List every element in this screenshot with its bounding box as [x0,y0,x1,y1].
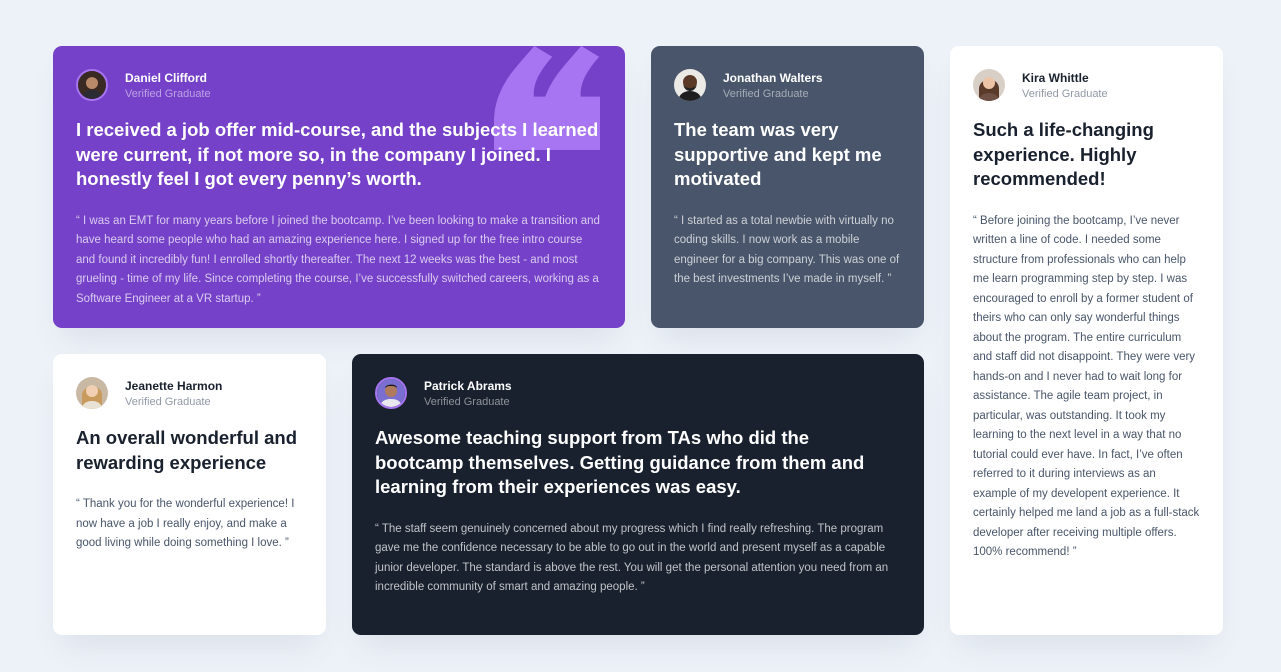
author-header: Patrick Abrams Verified Graduate [375,377,901,409]
author-role: Verified Graduate [125,395,211,408]
testimonial-headline: An overall wonderful and rewarding exper… [76,427,297,473]
testimonials-grid: Daniel Clifford Verified Graduate I rece… [53,46,1223,635]
author-header: Jeanette Harmon Verified Graduate [76,377,303,409]
avatar [674,69,706,101]
testimonial-card-daniel: Daniel Clifford Verified Graduate I rece… [53,46,625,328]
author-name: Jeanette Harmon [125,378,223,393]
avatar [76,69,108,101]
author-name: Patrick Abrams [424,378,512,393]
testimonial-body: “ I was an EMT for many years before I j… [76,214,600,305]
testimonial-headline: Such a life-changing experience. Highly … [973,119,1154,189]
author-role: Verified Graduate [1022,87,1108,100]
testimonial-body: “ The staff seem genuinely concerned abo… [375,522,889,594]
author-header: Daniel Clifford Verified Graduate [76,69,602,101]
author-name: Kira Whittle [1022,70,1089,85]
avatar [375,377,407,409]
testimonial-card-jeanette: Jeanette Harmon Verified Graduate An ove… [53,354,326,635]
author-name: Jonathan Walters [723,70,823,85]
author-role: Verified Graduate [424,395,510,408]
testimonial-body: “ Thank you for the wonderful experience… [76,498,295,549]
author-header: Jonathan Walters Verified Graduate [674,69,901,101]
testimonial-headline: I received a job offer mid-course, and t… [76,119,599,189]
author-role: Verified Graduate [723,87,809,100]
testimonial-card-patrick: Patrick Abrams Verified Graduate Awesome… [352,354,924,635]
testimonial-card-jonathan: Jonathan Walters Verified Graduate The t… [651,46,924,328]
testimonial-headline: Awesome teaching support from TAs who di… [375,427,865,497]
avatar [76,377,108,409]
author-role: Verified Graduate [125,87,211,100]
testimonial-headline: The team was very supportive and kept me… [674,119,882,189]
author-header: Kira Whittle Verified Graduate [973,69,1200,101]
testimonial-card-kira: Kira Whittle Verified Graduate Such a li… [950,46,1223,635]
testimonial-body: “ I started as a total newbie with virtu… [674,214,900,286]
author-name: Daniel Clifford [125,70,208,85]
avatar [973,69,1005,101]
testimonial-body: “ Before joining the bootcamp, I’ve neve… [973,214,1200,559]
